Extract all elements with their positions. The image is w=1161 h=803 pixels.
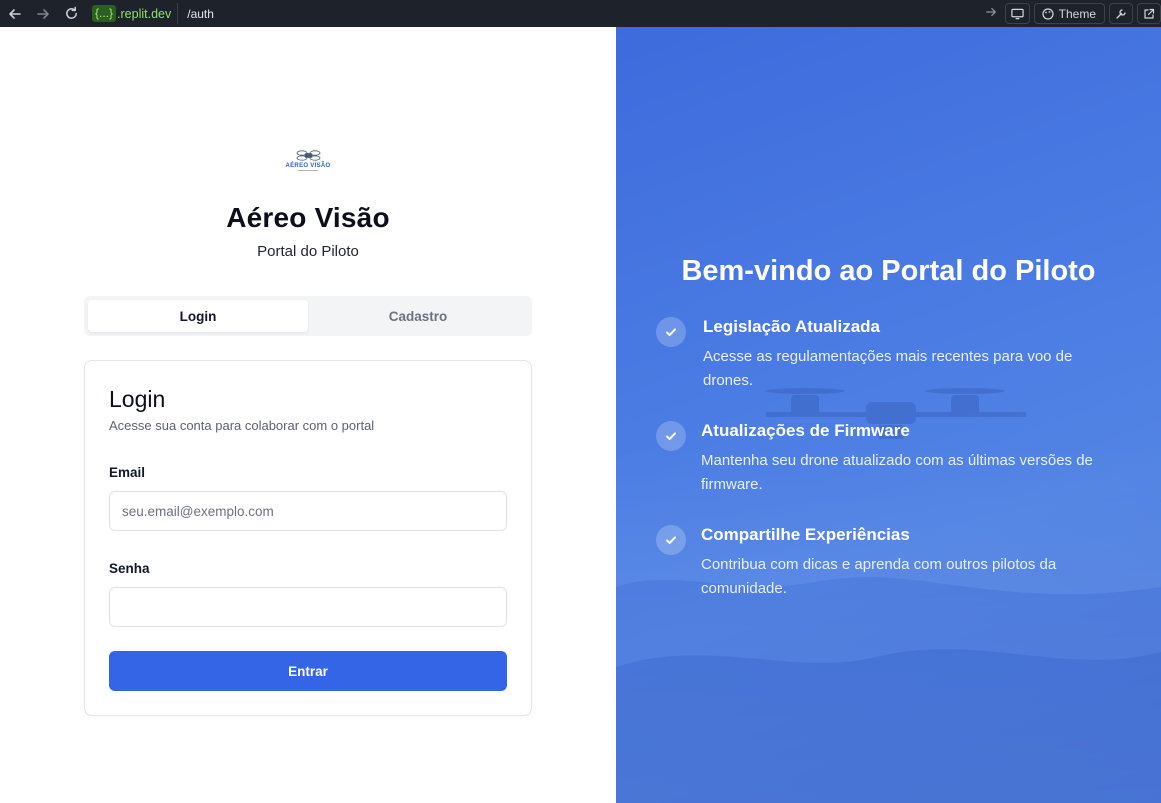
password-field[interactable] bbox=[109, 587, 507, 627]
brand-title: Aéreo Visão bbox=[226, 202, 390, 233]
login-submit-button[interactable]: Entrar bbox=[109, 651, 507, 691]
palette-icon bbox=[1042, 7, 1054, 20]
tab-login[interactable]: Login bbox=[88, 300, 308, 332]
feature-title: Legislação Atualizada bbox=[703, 317, 880, 336]
browser-toolbar: {...} .replit.dev /auth Theme bbox=[0, 0, 1161, 27]
login-card: Login Acesse sua conta para colaborar co… bbox=[84, 360, 532, 716]
url-domain: .replit.dev bbox=[117, 6, 172, 21]
email-field[interactable] bbox=[109, 491, 507, 531]
brand-subtitle: Portal do Piloto bbox=[257, 243, 359, 260]
wrench-icon[interactable] bbox=[1109, 3, 1133, 24]
password-label: Senha bbox=[109, 561, 150, 576]
go-arrow-icon[interactable] bbox=[985, 6, 997, 21]
feature-title: Compartilhe Experiências bbox=[701, 525, 910, 544]
auth-tabs: Login Cadastro bbox=[84, 296, 532, 336]
tab-cadastro[interactable]: Cadastro bbox=[308, 300, 528, 332]
feature-description: Contribua com dicas e aprenda com outros… bbox=[701, 556, 1057, 597]
feature-description: Acesse as regulamentações mais recentes … bbox=[703, 348, 1073, 389]
url-path[interactable]: /auth bbox=[187, 7, 214, 21]
check-icon bbox=[656, 421, 686, 451]
check-icon bbox=[656, 317, 686, 347]
back-arrow-icon[interactable] bbox=[4, 3, 26, 25]
hero-panel: Bem-vindo ao Portal do Piloto Legislação… bbox=[616, 27, 1161, 803]
reload-icon[interactable] bbox=[60, 3, 82, 25]
hero-title: Bem-vindo ao Portal do Piloto bbox=[681, 255, 1096, 287]
forward-arrow-icon[interactable] bbox=[32, 3, 54, 25]
svg-text:AÉREO VISÃO: AÉREO VISÃO bbox=[286, 161, 331, 169]
login-card-description: Acesse sua conta para colaborar com o po… bbox=[109, 418, 375, 433]
feature-title: Atualizações de Firmware bbox=[701, 421, 910, 440]
monitor-icon[interactable] bbox=[1004, 3, 1030, 24]
auth-panel: AÉREO VISÃO Aéreo Visão Portal do Piloto… bbox=[0, 27, 616, 803]
feature-description: Mantenha seu drone atualizado com as últ… bbox=[701, 452, 1093, 493]
check-icon bbox=[656, 525, 686, 555]
email-label: Email bbox=[109, 465, 146, 480]
brand-logo: AÉREO VISÃO bbox=[286, 150, 331, 171]
drone-background-image bbox=[616, 388, 1161, 803]
url-subdomain-chip: {...} bbox=[92, 5, 117, 22]
theme-label: Theme bbox=[1058, 6, 1096, 21]
address-bar[interactable]: {...} .replit.dev bbox=[88, 3, 179, 24]
theme-button[interactable]: Theme bbox=[1033, 3, 1105, 24]
external-link-icon[interactable] bbox=[1137, 3, 1161, 24]
login-card-title: Login bbox=[109, 386, 166, 412]
